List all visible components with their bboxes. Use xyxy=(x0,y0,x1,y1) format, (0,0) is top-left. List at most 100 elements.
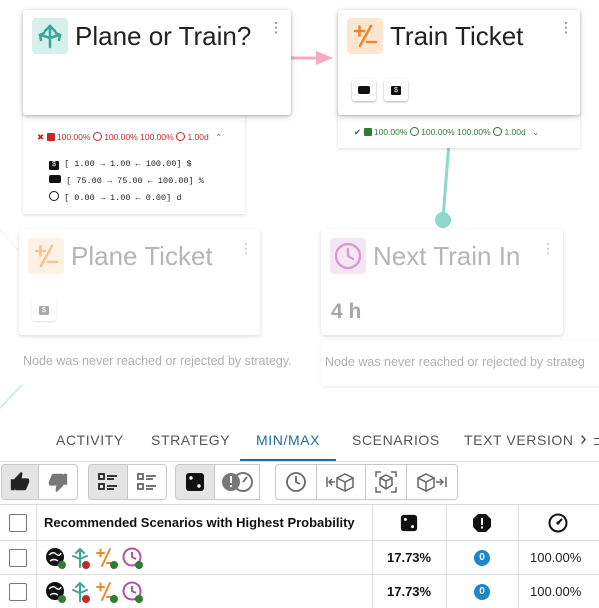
node-title: Plane Ticket xyxy=(71,241,213,271)
node-menu-icon[interactable]: ⋮ xyxy=(239,241,253,255)
node-menu-icon[interactable]: ⋮ xyxy=(559,20,573,34)
risk-count-badge: 0 xyxy=(474,549,490,566)
plus-minus-icon xyxy=(28,238,64,274)
clock-icon xyxy=(122,547,143,569)
clock-icon xyxy=(49,191,59,201)
dollar-icon: $ xyxy=(39,305,49,315)
thumbs-up-button[interactable] xyxy=(1,464,39,500)
clock-icon xyxy=(176,132,186,141)
gauge-column-header[interactable] xyxy=(548,505,568,540)
stat-risk: 100.00% xyxy=(421,127,455,137)
stat-duration: 1.00d xyxy=(187,132,209,142)
rejected-note-box: Node was never reached or rejected by st… xyxy=(321,340,599,386)
node-menu-icon[interactable]: ⋮ xyxy=(541,241,555,255)
tab-text-version[interactable]: TEXT VERSION xyxy=(464,432,574,448)
couch-icon xyxy=(49,175,61,183)
tab-min-max[interactable]: MIN/MAX xyxy=(256,432,320,448)
check-icon: ✔ xyxy=(354,127,362,137)
table-row[interactable]: 17.73% 0 100.00% xyxy=(0,540,599,574)
node-menu-icon[interactable]: ⋮ xyxy=(269,20,283,34)
tab-strategy[interactable]: STRATEGY xyxy=(151,432,230,448)
gauge-cell: 100.00% xyxy=(530,584,582,599)
tab-activity[interactable]: ACTIVITY xyxy=(56,432,124,448)
decision-icon xyxy=(72,581,90,603)
node-title: Next Train In xyxy=(373,241,521,271)
dice-icon xyxy=(46,133,55,141)
dice-icon xyxy=(363,128,372,136)
risk-gauge-icon xyxy=(222,472,253,492)
node-title: Plane or Train? xyxy=(75,21,252,51)
clock-icon xyxy=(330,238,366,274)
tab-scenarios[interactable]: SCENARIOS xyxy=(352,432,440,448)
decision-icon xyxy=(32,18,68,54)
checklist-button[interactable] xyxy=(88,464,128,500)
thumbs-up-icon xyxy=(10,471,30,491)
row-checkbox[interactable] xyxy=(9,582,27,601)
node-rejected-note: Node was never reached or rejected by st… xyxy=(23,354,292,368)
box-focus-icon xyxy=(375,471,397,493)
node-next-train-in[interactable]: Next Train In ⋮ 4 h xyxy=(321,229,563,335)
tabs-scroll-right-icon[interactable]: › xyxy=(580,428,587,451)
dollar-icon: $ xyxy=(391,85,401,95)
plus-minus-icon xyxy=(96,581,118,603)
duration-filter-button[interactable] xyxy=(275,464,317,500)
select-all-checkbox[interactable] xyxy=(9,513,27,532)
clock-icon xyxy=(286,472,306,492)
couch-icon xyxy=(358,86,370,94)
dice-icon xyxy=(400,514,418,531)
probability-filter-button[interactable] xyxy=(175,464,215,500)
start-box-icon xyxy=(326,473,354,492)
train-ticket-stats-panel: ✔ 100.00% 100.00% 100.00% 1.00d ⌄ xyxy=(338,110,580,148)
start-box-button[interactable] xyxy=(316,464,366,500)
decision-icon xyxy=(72,547,90,569)
start-globe-icon xyxy=(46,581,66,603)
scenario-path-icons xyxy=(45,575,145,608)
scenario-column-header: Recommended Scenarios with Highest Proba… xyxy=(44,515,355,530)
thumbs-down-button[interactable] xyxy=(38,464,78,500)
alert-icon xyxy=(473,513,491,532)
table-row[interactable]: 17.73% 0 100.00% xyxy=(0,574,599,608)
active-tab-indicator xyxy=(240,459,336,461)
collapse-chevron-icon[interactable]: ⌃ xyxy=(215,132,222,142)
risk-count-cell: 0 xyxy=(474,541,490,574)
probability-cell: 17.73% xyxy=(387,584,432,599)
plane-or-train-stats-panel: ✖ 100.00% 100.00% 100.00% 1.00d ⌃ $ [ 1.… xyxy=(23,112,245,214)
row-checkbox[interactable] xyxy=(9,548,27,567)
node-plane-or-train[interactable]: Plane or Train? ⋮ xyxy=(23,10,291,115)
scenarios-table: Recommended Scenarios with Highest Proba… xyxy=(0,504,599,608)
stats-summary-line: ✖ 100.00% 100.00% 100.00% 1.00d ⌃ xyxy=(37,132,222,143)
plus-minus-icon xyxy=(347,18,383,54)
risk-gauge-filter-button[interactable] xyxy=(214,464,260,500)
probability-cell: 17.73% xyxy=(387,550,432,565)
cost-attribute-chip[interactable]: $ xyxy=(384,79,408,101)
clock-icon xyxy=(122,581,143,603)
stat-duration: 1.00d xyxy=(504,127,526,137)
table-header-row: Recommended Scenarios with Highest Proba… xyxy=(0,504,599,540)
min-max-toolbar xyxy=(0,462,599,504)
dollar-icon: $ xyxy=(49,161,59,170)
risk-column-header[interactable] xyxy=(472,505,492,540)
stats-summary-line: ✔ 100.00% 100.00% 100.00% 1.00d ⌄ xyxy=(354,127,539,138)
node-plane-ticket[interactable]: Plane Ticket ⋮ $ xyxy=(19,229,260,335)
risk-icon xyxy=(92,132,102,141)
cost-attribute-chip[interactable]: $ xyxy=(32,299,56,321)
dice-icon xyxy=(186,473,204,491)
stat-probability: 100.00% xyxy=(373,127,408,137)
end-box-icon xyxy=(417,473,447,492)
unchecked-list-button[interactable] xyxy=(127,464,167,500)
reject-x-icon: ✖ xyxy=(37,132,45,142)
box-focus-button[interactable] xyxy=(365,464,407,500)
start-globe-icon xyxy=(46,547,66,569)
gauge-cell: 100.00% xyxy=(530,550,582,565)
tabs-more-icon[interactable] xyxy=(594,438,599,445)
expand-chevron-icon[interactable]: ⌄ xyxy=(532,127,539,137)
thumbs-down-icon xyxy=(48,473,68,493)
end-box-button[interactable] xyxy=(406,464,458,500)
flow-canvas[interactable]: ✖ 100.00% 100.00% 100.00% 1.00d ⌃ $ [ 1.… xyxy=(0,0,599,410)
node-train-ticket[interactable]: Train Ticket ⋮ $ xyxy=(338,10,580,115)
risk-count-badge: 0 xyxy=(474,583,490,600)
plus-minus-icon xyxy=(96,547,118,569)
probability-column-header[interactable] xyxy=(400,505,418,540)
gauge-icon xyxy=(548,513,568,532)
comfort-attribute-chip[interactable] xyxy=(352,79,376,101)
